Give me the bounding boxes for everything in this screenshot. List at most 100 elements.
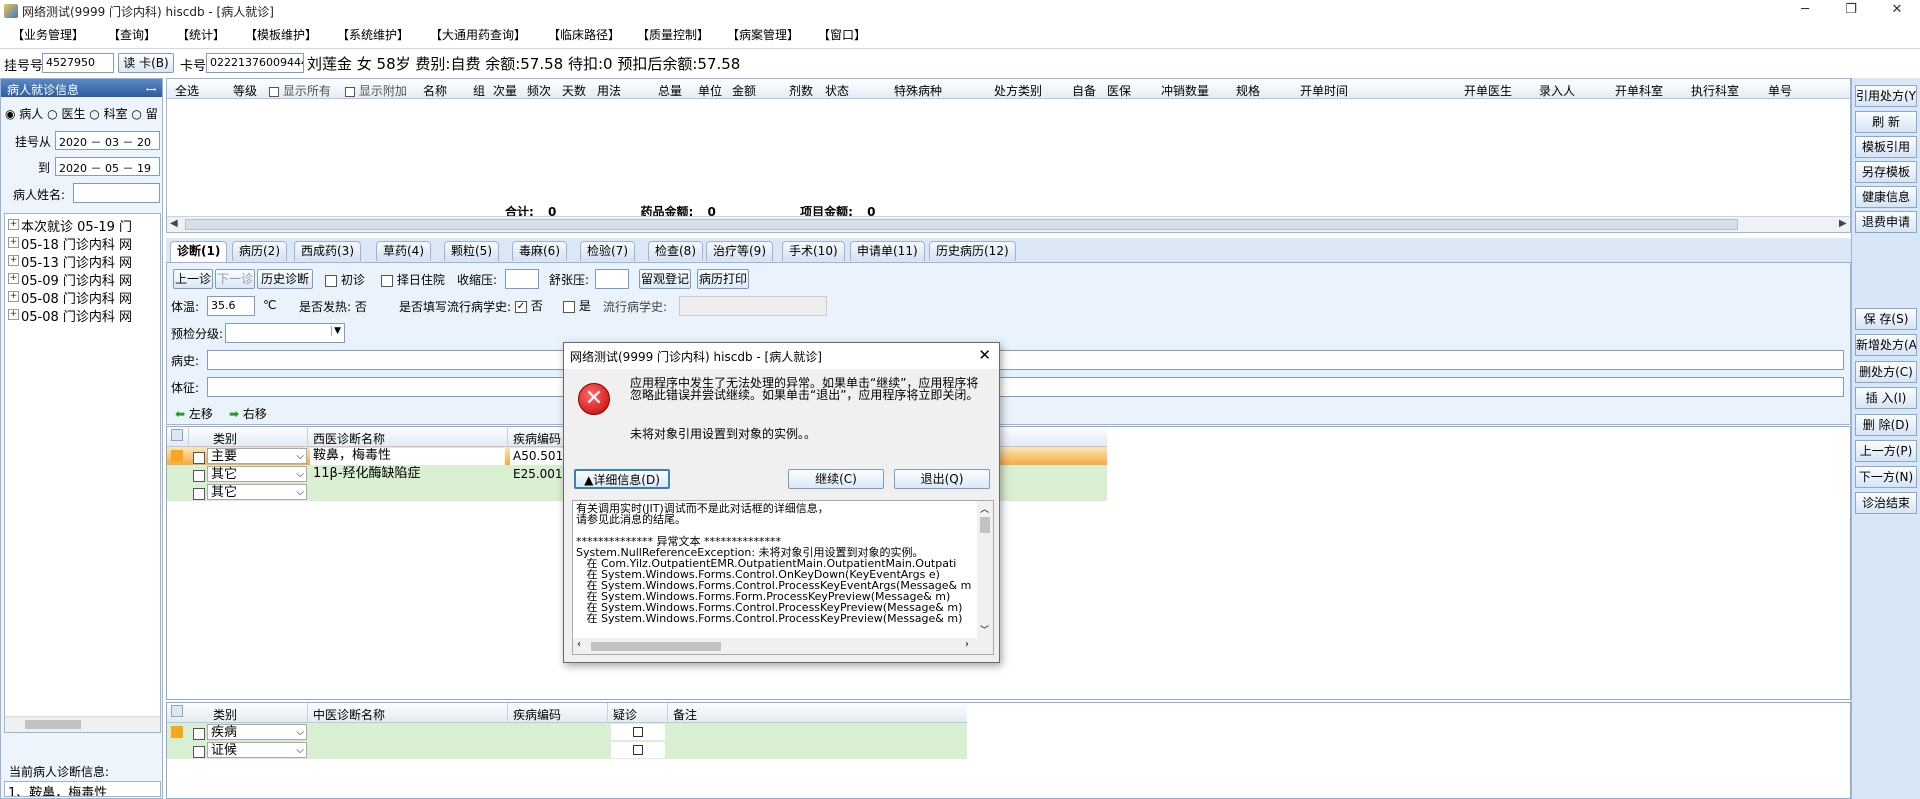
suspected-checkbox-cell[interactable]: [611, 724, 665, 740]
chevron-down-icon[interactable]: ⌵: [296, 485, 304, 499]
tree-item[interactable]: 05-18 门诊内科 网: [5, 234, 160, 253]
western-diagnosis-name[interactable]: [310, 484, 505, 501]
row-checkbox[interactable]: [193, 469, 205, 482]
tab-granule[interactable]: 颗粒(5): [444, 241, 499, 261]
tab-diagnosis[interactable]: 诊断(1): [170, 241, 228, 262]
scroll-thumb[interactable]: [980, 517, 990, 533]
menu-system[interactable]: 【系统维护】: [337, 26, 409, 43]
scroll-up-icon[interactable]: ︿: [980, 502, 989, 515]
tab-treatment[interactable]: 治疗等(9): [706, 241, 773, 261]
tab-narcotic[interactable]: 毒麻(6): [512, 241, 567, 261]
first-visit-checkbox[interactable]: 初诊: [325, 271, 365, 288]
error-details-box[interactable]: 有关调用实时(JIT)调试而不是此对话框的详细信息， 请参见此消息的结尾。 **…: [572, 500, 994, 655]
menu-query[interactable]: 【查询】: [108, 26, 156, 43]
prev-prescription-button[interactable]: 上一方(P): [1855, 440, 1917, 462]
scroll-thumb[interactable]: [185, 219, 1738, 230]
epidemiology-no-checkbox[interactable]: ✓ 否: [515, 297, 543, 314]
record-print-button[interactable]: 病历打印: [697, 269, 749, 289]
diastolic-input[interactable]: [595, 269, 629, 289]
tab-surgery[interactable]: 手术(10): [782, 241, 845, 261]
row-checkbox[interactable]: [193, 487, 205, 500]
radio-doctor[interactable]: ○ 医生: [47, 107, 85, 121]
menu-statistics[interactable]: 【统计】: [177, 26, 225, 43]
tree-item[interactable]: 05-09 门诊内科 网: [5, 270, 160, 289]
details-button[interactable]: ▲详细信息(D): [574, 469, 670, 489]
category-select[interactable]: 其它 ⌵: [207, 466, 307, 482]
finish-visit-button[interactable]: 诊治结束: [1855, 492, 1917, 514]
category-select[interactable]: 其它 ⌵: [207, 484, 307, 500]
row-checkbox[interactable]: [193, 451, 205, 464]
hospitalize-checkbox[interactable]: 择日住院: [381, 271, 445, 288]
delete-button[interactable]: 删 除(D): [1855, 414, 1917, 436]
tree-item[interactable]: 05-08 门诊内科 网: [5, 288, 160, 307]
tab-exam[interactable]: 检查(8): [648, 241, 703, 261]
tab-herbal[interactable]: 草药(4): [376, 241, 431, 261]
sign-input[interactable]: [207, 377, 1844, 397]
scroll-right-icon[interactable]: ›: [965, 639, 969, 650]
scroll-left-icon[interactable]: ◀: [170, 218, 178, 229]
systolic-input[interactable]: [505, 269, 539, 289]
horizontal-scrollbar[interactable]: ‹ ›: [573, 638, 993, 654]
history-input[interactable]: [207, 350, 1844, 370]
close-window-button[interactable]: ✕: [1874, 0, 1920, 22]
scroll-right-icon[interactable]: ▶: [1839, 218, 1847, 229]
show-all-checkbox[interactable]: 显示所有: [269, 82, 331, 99]
menu-business[interactable]: 【业务管理】: [12, 26, 84, 43]
triage-select[interactable]: ▼: [225, 323, 345, 343]
temperature-input[interactable]: 35.6: [207, 296, 255, 316]
delete-prescription-button[interactable]: 删处方(C): [1855, 361, 1917, 383]
category-select[interactable]: 证候 ⌵: [207, 742, 307, 758]
dialog-close-button[interactable]: ✕: [978, 346, 991, 364]
tab-history-records[interactable]: 历史病历(12): [929, 241, 1016, 261]
quit-button[interactable]: 退出(Q): [894, 469, 990, 489]
quote-prescription-button[interactable]: 引用处方(Y): [1855, 85, 1917, 107]
menu-window[interactable]: 【窗口】: [818, 26, 866, 43]
select-all-cell[interactable]: [171, 429, 183, 441]
category-select[interactable]: 疾病 ⌵: [207, 724, 307, 740]
tree-item[interactable]: 05-08 门诊内科 网: [5, 306, 160, 325]
to-date-input[interactable]: 2020 － 05 － 19▼: [55, 157, 160, 176]
grid-horizontal-scrollbar[interactable]: ◀ ▶: [167, 216, 1850, 232]
from-date-input[interactable]: 2020 － 03 － 20▼: [55, 131, 160, 150]
read-card-button[interactable]: 读 卡(B): [118, 53, 174, 73]
tree-item[interactable]: 本次就诊 05-19 门: [5, 216, 160, 235]
scroll-down-icon[interactable]: ﹀: [980, 623, 989, 636]
radio-dept[interactable]: ○ 科室: [89, 107, 127, 121]
menu-template[interactable]: 【模板维护】: [245, 26, 317, 43]
dropdown-icon[interactable]: ▼: [331, 326, 341, 336]
next-visit-button[interactable]: 下一诊: [215, 269, 255, 289]
observation-register-button[interactable]: 留观登记: [639, 269, 691, 289]
western-diagnosis-name[interactable]: 11β-羟化酶缺陷症: [310, 466, 505, 483]
category-select[interactable]: 主要 ⌵: [207, 448, 307, 464]
tab-medical-record[interactable]: 病历(2): [232, 241, 287, 261]
menu-clinical-path[interactable]: 【临床路径】: [548, 26, 620, 43]
template-quote-button[interactable]: 模板引用: [1855, 136, 1917, 158]
tab-request[interactable]: 申请单(11): [850, 241, 925, 261]
scroll-thumb[interactable]: [591, 642, 721, 651]
chevron-down-icon[interactable]: ⌵: [296, 467, 304, 481]
refresh-button[interactable]: 刷 新: [1855, 111, 1917, 133]
chevron-down-icon[interactable]: ⌵: [296, 743, 304, 757]
scroll-left-icon[interactable]: ‹: [577, 639, 581, 650]
select-all-cell[interactable]: [171, 705, 183, 717]
refund-request-button[interactable]: 退费申请: [1855, 211, 1917, 233]
save-button[interactable]: 保 存(S): [1855, 308, 1917, 330]
restore-button[interactable]: ❐: [1828, 0, 1874, 22]
next-prescription-button[interactable]: 下一方(N): [1855, 466, 1917, 488]
continue-button[interactable]: 继续(C): [788, 469, 884, 489]
pin-icon[interactable]: ꟷ: [146, 81, 156, 98]
show-extra-checkbox[interactable]: 显示附加: [345, 82, 407, 99]
suspected-checkbox-cell[interactable]: [611, 742, 665, 758]
prev-visit-button[interactable]: 上一诊: [173, 269, 213, 289]
radio-patient[interactable]: ◉ 病人: [5, 107, 43, 121]
tab-lab[interactable]: 检验(7): [580, 241, 635, 261]
radio-stay[interactable]: ○ 留: [131, 107, 157, 121]
row-checkbox[interactable]: [193, 745, 205, 758]
reg-no-input[interactable]: 4527950: [42, 53, 114, 73]
row-checkbox[interactable]: [193, 727, 205, 740]
patient-name-input[interactable]: [73, 183, 160, 203]
western-diagnosis-name[interactable]: 鞍鼻，梅毒性: [310, 448, 505, 465]
chevron-down-icon[interactable]: ⌵: [296, 725, 304, 739]
move-right-button[interactable]: ➡ 右移: [229, 405, 267, 422]
history-diagnosis-button[interactable]: 历史诊断: [257, 269, 313, 289]
